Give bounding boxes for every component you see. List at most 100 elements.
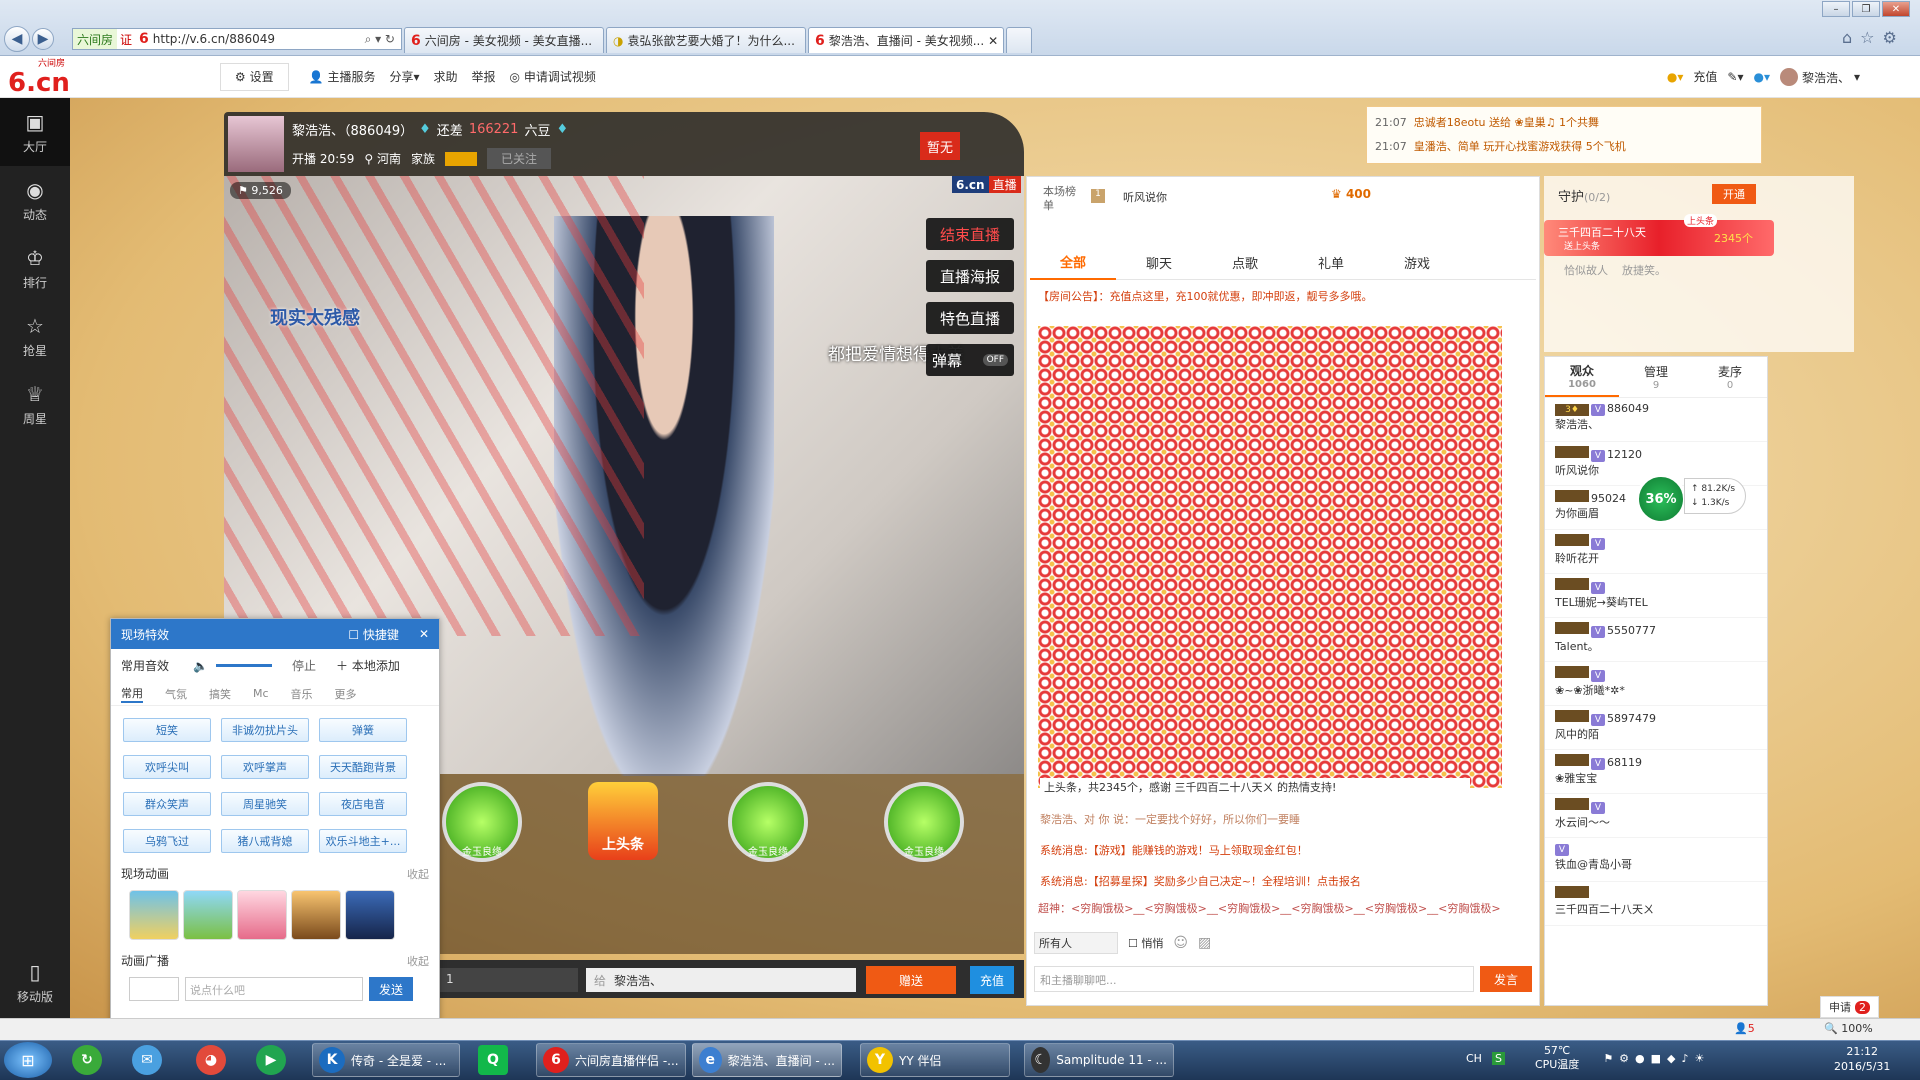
- follow-button[interactable]: 已关注: [487, 148, 552, 169]
- animation-thumb[interactable]: [183, 890, 233, 940]
- tab-all[interactable]: 全部: [1030, 246, 1116, 280]
- network-speed-ball[interactable]: 36%: [1636, 474, 1686, 524]
- tab-atmosphere[interactable]: 气氛: [165, 686, 187, 702]
- settings-button[interactable]: ⚙ 设置: [219, 62, 289, 91]
- tab-funny[interactable]: 搞笑: [209, 686, 231, 702]
- debug-video-link[interactable]: ◎ 申请调试视频: [510, 68, 596, 85]
- animation-thumb[interactable]: [345, 890, 395, 940]
- iqiyi-icon[interactable]: Q: [478, 1045, 508, 1075]
- image-icon[interactable]: ▨: [1198, 935, 1211, 951]
- recharge-link[interactable]: 充值: [1693, 68, 1717, 85]
- nav-star[interactable]: ☆ 抢星: [0, 302, 70, 370]
- taskbar-item[interactable]: K 传奇 - 全是爱 - ...: [312, 1043, 460, 1077]
- back-button[interactable]: ◀: [4, 26, 30, 52]
- list-item[interactable]: V 68119 ❀雅宝宝: [1545, 750, 1767, 794]
- tab-chat[interactable]: 聊天: [1116, 246, 1202, 280]
- tab-2[interactable]: 6 黎浩浩、直播间 - 美女视频... ✕: [808, 27, 1004, 53]
- list-item[interactable]: V ❀~❀浙曦*✲*: [1545, 662, 1767, 706]
- ime-icon[interactable]: S: [1491, 1051, 1505, 1065]
- cpu-temp[interactable]: 57℃ CPU温度: [1535, 1044, 1579, 1072]
- volume-icon[interactable]: 🔈: [193, 659, 208, 673]
- danmu-switch[interactable]: OFF: [982, 354, 1008, 366]
- tab-common[interactable]: 常用: [121, 685, 143, 703]
- gift-item[interactable]: 金玉良缘: [442, 782, 522, 862]
- nav-week-star[interactable]: ♕ 周星: [0, 370, 70, 438]
- taskbar-item[interactable]: 6 六间房直播伴侣 -...: [536, 1043, 686, 1077]
- app-icon[interactable]: ✉: [132, 1045, 162, 1075]
- collapse-button[interactable]: 收起: [407, 953, 429, 969]
- new-tab-button[interactable]: [1006, 27, 1032, 53]
- danmu-toggle[interactable]: 弹幕 OFF: [926, 344, 1014, 376]
- headline-gift[interactable]: 上头条: [588, 782, 658, 860]
- clock[interactable]: 21:12 2016/5/31: [1834, 1044, 1890, 1074]
- close-icon[interactable]: ✕: [419, 627, 429, 641]
- app-icon[interactable]: ↻: [72, 1045, 102, 1075]
- coin-icon[interactable]: ●▾: [1667, 70, 1684, 84]
- tab-admin[interactable]: 管理 9: [1619, 357, 1693, 397]
- guard-open-button[interactable]: 开通: [1712, 184, 1756, 204]
- headline-banner[interactable]: 三千四百二十八天 送上头条 2345个 上头条: [1544, 214, 1774, 256]
- list-item[interactable]: V 聆听花开: [1545, 530, 1767, 574]
- chat-send-button[interactable]: 发言: [1480, 966, 1532, 992]
- help-link[interactable]: 求助: [434, 68, 458, 85]
- broadcast-input[interactable]: 说点什么吧: [185, 977, 363, 1001]
- edit-icon[interactable]: ✎▾: [1727, 70, 1743, 84]
- end-live-button[interactable]: 结束直播: [926, 218, 1014, 250]
- list-item[interactable]: 3♦ V 886049 黎浩浩、: [1545, 398, 1767, 442]
- site-logo[interactable]: 六间房 6.cn: [8, 58, 70, 96]
- username[interactable]: 黎浩浩、: [1802, 69, 1850, 86]
- broadcast-type-select[interactable]: [129, 977, 179, 1001]
- report-link[interactable]: 举报: [472, 68, 496, 85]
- chat-message[interactable]: 系统消息:【招募星探】奖励多少自己决定~！全程培训！点击报名: [1040, 866, 1520, 897]
- minimize-button[interactable]: –: [1822, 1, 1850, 17]
- tab-mic-queue[interactable]: 麦序 0: [1693, 357, 1767, 397]
- taskbar-item[interactable]: ☾ Samplitude 11 - ...: [1024, 1043, 1174, 1077]
- chat-target-select[interactable]: 所有人: [1034, 932, 1118, 954]
- sound-effect-button[interactable]: 弹簧: [319, 718, 407, 742]
- room-notice[interactable]: 【房间公告】：充值点这里，充100就优惠，即冲即返，靓号多多哦。: [1038, 288, 1528, 304]
- nav-feed[interactable]: ◉ 动态: [0, 166, 70, 234]
- nav-mobile[interactable]: ▯ 移动版: [0, 948, 70, 1016]
- sound-effect-button[interactable]: 欢呼尖叫: [123, 755, 211, 779]
- gift-quantity-input[interactable]: 1: [438, 968, 578, 992]
- gift-item[interactable]: 金玉良缘: [884, 782, 964, 862]
- close-window-button[interactable]: ✕: [1882, 1, 1910, 17]
- stop-button[interactable]: 停止: [292, 657, 316, 674]
- apply-button[interactable]: 申请 2: [1820, 996, 1879, 1018]
- nav-rank[interactable]: ♔ 排行: [0, 234, 70, 302]
- tab-1[interactable]: ◑ 袁弘张歆艺要大婚了！为什么...: [606, 27, 806, 53]
- close-icon[interactable]: ✕: [988, 34, 998, 48]
- forward-button[interactable]: ▶: [32, 28, 54, 50]
- address-text[interactable]: http://v.6.cn/886049: [153, 32, 275, 46]
- collapse-button[interactable]: 收起: [407, 866, 429, 882]
- share-link[interactable]: 分享▾: [389, 68, 419, 85]
- list-item[interactable]: V 铁血@青岛小哥: [1545, 838, 1767, 882]
- sound-effect-button[interactable]: 非诚勿扰片头: [221, 718, 309, 742]
- tab-games[interactable]: 游戏: [1374, 246, 1460, 280]
- sound-effect-button[interactable]: 天天酷跑背景: [319, 755, 407, 779]
- sound-effect-button[interactable]: 猪八戒背媳: [221, 829, 309, 853]
- home-star-gear-icon[interactable]: ⌂☆⚙: [1842, 28, 1905, 47]
- recharge-button[interactable]: 充值: [970, 966, 1014, 994]
- animation-thumb[interactable]: [129, 890, 179, 940]
- tab-gift-list[interactable]: 礼单: [1288, 246, 1374, 280]
- animation-thumb[interactable]: [291, 890, 341, 940]
- sound-effect-button[interactable]: 夜店电音: [319, 792, 407, 816]
- add-local-button[interactable]: ＋ 本地添加: [336, 657, 400, 674]
- taskbar-item[interactable]: Y YY 伴侣: [860, 1043, 1010, 1077]
- list-item[interactable]: 三千四百二十八天ㄨ: [1545, 882, 1767, 926]
- nav-hall[interactable]: ▣ 大厅: [0, 98, 70, 166]
- tab-0[interactable]: 6 六间房 - 美女视频 - 美女直播...: [404, 27, 604, 53]
- tab-more[interactable]: 更多: [335, 686, 357, 702]
- chat-input[interactable]: 和主播聊聊吧...: [1034, 966, 1474, 992]
- tab-song[interactable]: 点歌: [1202, 246, 1288, 280]
- status-dot-icon[interactable]: ●▾: [1754, 70, 1771, 84]
- search-icon[interactable]: ⌕ ▾ ↻: [365, 32, 395, 47]
- zoom-level[interactable]: 🔍 100%: [1824, 1022, 1873, 1035]
- list-item[interactable]: V 5897479 风中的陌: [1545, 706, 1767, 750]
- restore-button[interactable]: ❐: [1852, 1, 1880, 17]
- sound-effect-button[interactable]: 欢乐斗地主+...: [319, 829, 407, 853]
- tab-music[interactable]: 音乐: [291, 686, 313, 702]
- gift-recipient-select[interactable]: 给黎浩浩、: [586, 968, 856, 992]
- animation-thumb[interactable]: [237, 890, 287, 940]
